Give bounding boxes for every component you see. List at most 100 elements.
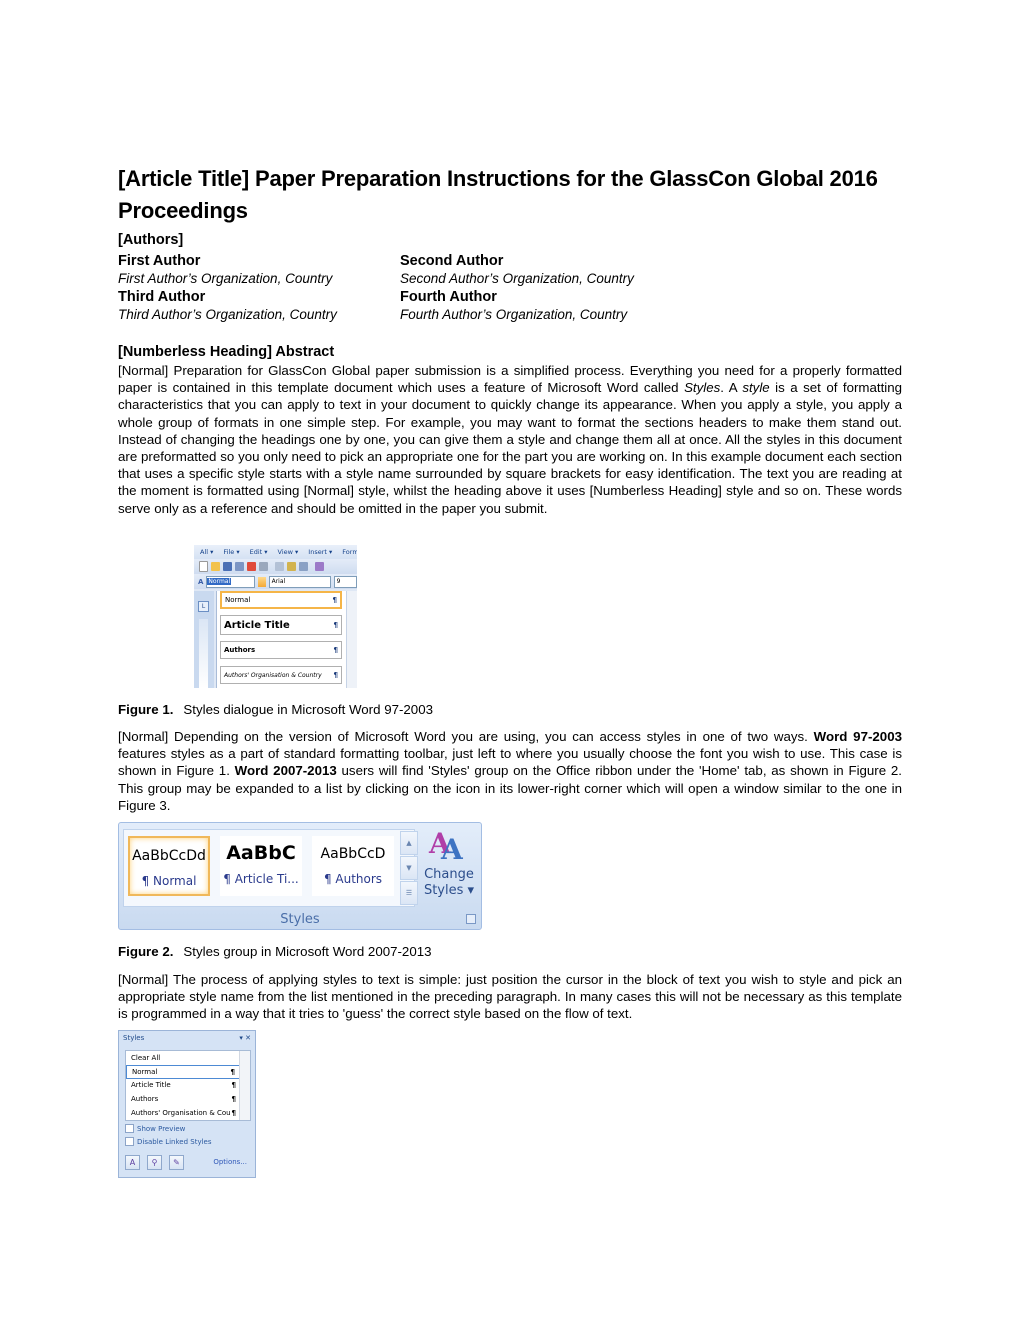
text-run-bold: Word 97-2003 [813,729,902,744]
author-org: Second Author’s Organization, Country [400,271,634,286]
checkbox-label: Disable Linked Styles [137,1137,212,1146]
caption-text: Styles dialogue in Microsoft Word 97-200… [183,702,433,717]
tab-selector-icon[interactable]: L [198,601,209,612]
figure-1-word97-toolbar: All ▾ File ▾ Edit ▾ View ▾ Insert ▾ Form… [194,545,357,688]
style-preview: AaBbC [226,842,296,864]
style-select[interactable]: Normal [206,575,255,588]
save-icon[interactable] [223,562,232,571]
style-preview: AaBbCcD [320,846,386,862]
font-select[interactable]: Arial [268,575,331,588]
item-label: Normal [132,1067,158,1076]
menu-bar: All ▾ File ▾ Edit ▾ View ▾ Insert ▾ Form [194,545,357,559]
style-option-authors[interactable]: Authors ¶ [220,641,342,659]
authors-label: [Authors] [118,232,184,248]
author-name: Third Author [118,289,206,305]
print-icon[interactable] [259,562,268,571]
font-size-select[interactable]: 9 [333,575,357,588]
styles-pane-icon[interactable]: A [198,578,203,586]
paragraph-mark-icon: ¶ [231,1109,236,1118]
dialog-launcher-icon[interactable] [466,914,476,924]
change-styles-button[interactable]: AA Change Styles ▾ [419,827,479,899]
show-preview-checkbox[interactable]: Show Preview [125,1124,185,1133]
author-1: First Author First Author’s Organization… [118,252,408,288]
text-run-bold: Word 2007-2013 [234,763,337,779]
text-run-italic: style [742,380,770,396]
paragraph-mark-icon: ¶ [231,1095,236,1104]
author-name: Second Author [400,253,504,269]
style-option-article-title[interactable]: Article Title ¶ [220,615,342,635]
menu-edit[interactable]: Edit ▾ [250,548,268,556]
author-name: Fourth Author [400,289,497,305]
paragraph-styles-access: [Normal] Depending on the version of Mic… [118,728,902,814]
menu-format[interactable]: Form [342,548,357,556]
styles-list-scrollbar[interactable] [239,1051,250,1120]
email-icon[interactable] [247,562,256,571]
new-style-icon[interactable]: A [125,1155,140,1170]
open-folder-icon[interactable] [211,562,220,571]
pane-buttons: A ⚲ ✎ [125,1155,184,1170]
paragraph-mark-icon: ¶ [333,646,338,654]
figure-3-styles-pane: Styles ▾ ✕ Clear All Normal ¶ Article Tit… [118,1030,256,1178]
style-option-label: Authors' Organisation & Country [224,671,322,679]
text-run: [Normal] Depending on the version of Mic… [118,729,814,744]
change-styles-label: Change [424,867,474,882]
print-preview-icon[interactable] [275,562,284,571]
quick-style-normal[interactable]: AaBbCcDd ¶ Normal [128,836,210,896]
menu-view[interactable]: View ▾ [278,548,299,556]
checkbox-box [125,1124,134,1133]
quick-style-authors[interactable]: AaBbCcD ¶ Authors [312,836,394,896]
menu-file[interactable]: File ▾ [223,548,239,556]
style-option-label: Article Title [224,619,290,631]
paragraph-mark-icon: ¶ [333,621,338,629]
style-list-scrollbar[interactable] [346,591,357,688]
styles-list: Clear All Normal ¶ Article Title ¶ Authors… [125,1050,251,1121]
layout-icon[interactable] [299,562,308,571]
research-icon[interactable] [287,562,296,571]
manage-styles-icon[interactable]: ✎ [169,1155,184,1170]
permission-icon[interactable] [235,562,244,571]
new-document-icon[interactable] [199,561,208,572]
item-label: Article Title [131,1081,171,1090]
figure-2-styles-ribbon-group: AaBbCcDd ¶ Normal AaBbC ¶ Article Ti... … [118,822,482,930]
quick-style-article-title[interactable]: AaBbC ¶ Article Ti... [220,836,302,896]
pane-close-icon[interactable]: ▾ ✕ [239,1034,251,1042]
paragraph-applying-styles: [Normal] The process of applying styles … [118,972,902,1022]
styles-group-label: Styles [280,912,320,927]
menu-all[interactable]: All ▾ [200,548,213,556]
styles-list-item[interactable]: Authors' Organisation & Cou ¶ [126,1106,250,1120]
styles-list-item[interactable]: Article Title ¶ [126,1079,250,1093]
gallery-more-button[interactable]: ☰ [400,881,418,905]
gallery-scroll-up-button[interactable]: ▲ [400,831,418,855]
item-label: Clear All [131,1053,161,1062]
style-select-value: Normal [207,578,232,585]
disable-linked-styles-checkbox[interactable]: Disable Linked Styles [125,1137,211,1146]
figure-2-caption: Figure 2. Styles group in Microsoft Word … [118,944,432,959]
vertical-ruler: L [194,591,214,688]
style-option-authors-org[interactable]: Authors' Organisation & Country ¶ [220,666,342,684]
gallery-scroll-down-button[interactable]: ▼ [400,856,418,880]
spelling-icon[interactable] [315,562,324,571]
paragraph-mark-icon: ¶ [231,1081,236,1090]
styles-list-item[interactable]: Clear All [126,1051,250,1065]
checkbox-label: Show Preview [137,1124,186,1133]
styles-list-item[interactable]: Authors ¶ [126,1092,250,1106]
menu-insert[interactable]: Insert ▾ [308,548,332,556]
article-title: [Article Title] Paper Preparation Instru… [118,166,878,223]
style-name: ¶ Normal [141,874,197,888]
item-label: Authors' Organisation & Cou [131,1109,231,1118]
options-link[interactable]: Options... [213,1158,247,1166]
caption-text: Styles group in Microsoft Word 2007-2013 [183,944,432,959]
paragraph-mark-icon: ¶ [230,1067,235,1076]
style-inspector-icon[interactable]: ⚲ [147,1155,162,1170]
author-org: Fourth Author’s Organization, Country [400,307,628,322]
style-name: ¶ Article Ti... [223,872,299,886]
style-name: ¶ Authors [323,872,383,886]
item-label: Authors [131,1095,159,1104]
author-org: Third Author’s Organization, Country [118,307,337,322]
style-option-normal[interactable]: Normal ¶ [220,591,342,609]
caption-label: Figure 2. [118,944,174,959]
pane-title: Styles [123,1034,145,1042]
style-dropdown-button[interactable] [257,576,266,587]
styles-list-item-selected[interactable]: Normal ¶ [126,1064,250,1079]
change-styles-icon: AA [429,827,463,866]
